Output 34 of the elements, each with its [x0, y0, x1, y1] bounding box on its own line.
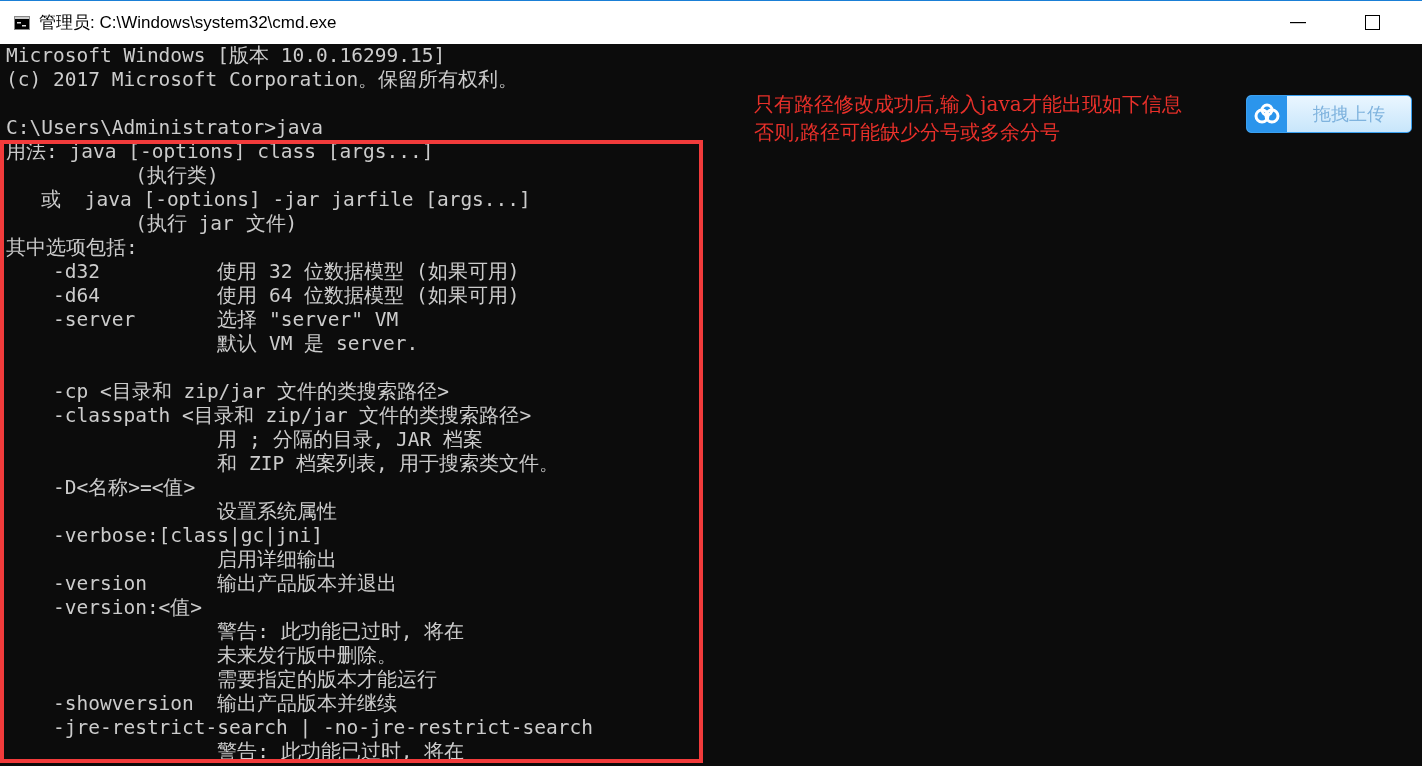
annotation-text: 只有路径修改成功后,输入java才能出现如下信息: [754, 91, 1182, 118]
window-title: 管理员: C:\Windows\system32\cmd.exe: [39, 12, 337, 34]
console-line: -server 选择 "server" VM: [51, 308, 399, 332]
console-line: (执行 jar 文件): [134, 212, 298, 236]
console-line: C:\Users\Administrator>java: [6, 116, 323, 140]
console-line: 或 java [-options] -jar jarfile [args...]: [40, 188, 531, 212]
console-line: 警告: 此功能已过时, 将在: [216, 620, 465, 644]
upload-button[interactable]: 拖拽上传: [1246, 95, 1412, 133]
console-line: 其中选项包括:: [6, 236, 138, 260]
console-line: -d64 使用 64 位数据模型 (如果可用): [51, 284, 520, 308]
console-icon: [14, 15, 30, 30]
console-line: 和 ZIP 档案列表, 用于搜索类文件。: [216, 452, 560, 476]
console-line: -D<名称>=<值>: [51, 476, 196, 500]
console-line: -verbose:[class|gc|jni]: [51, 524, 323, 548]
console-line: 未来发行版中删除。: [216, 644, 398, 668]
console-line: 默认 VM 是 server.: [216, 332, 419, 356]
console-line: -version:<值>: [51, 596, 203, 620]
console-line: -cp <目录和 zip/jar 文件的类搜索路径>: [51, 380, 450, 404]
console-line: (执行类): [134, 164, 219, 188]
console-line: 用 ; 分隔的目录, JAR 档案: [216, 428, 483, 452]
cloud-icon: [1253, 103, 1281, 125]
annotation-text: 否则,路径可能缺少分号或多余分号: [754, 119, 1062, 146]
minimize-icon: [1289, 21, 1306, 24]
console-line: (c) 2017 Microsoft Corporation。保留所有权利。: [6, 68, 519, 92]
console-line: -d32 使用 32 位数据模型 (如果可用): [51, 260, 520, 284]
console-line: 需要指定的版本才能运行: [216, 668, 438, 692]
console-line: -classpath <目录和 zip/jar 文件的类搜索路径>: [51, 404, 532, 428]
maximize-icon: [1364, 14, 1381, 31]
console-line: -version 输出产品版本并退出: [51, 572, 398, 596]
console-line: -showversion 输出产品版本并继续: [51, 692, 398, 716]
console-line: -jre-restrict-search | -no-jre-restrict-search: [51, 716, 593, 740]
console-line: Microsoft Windows [版本 10.0.16299.15]: [6, 44, 446, 68]
console-line: 设置系统属性: [216, 500, 338, 524]
console-line: 启用详细输出: [216, 548, 338, 572]
